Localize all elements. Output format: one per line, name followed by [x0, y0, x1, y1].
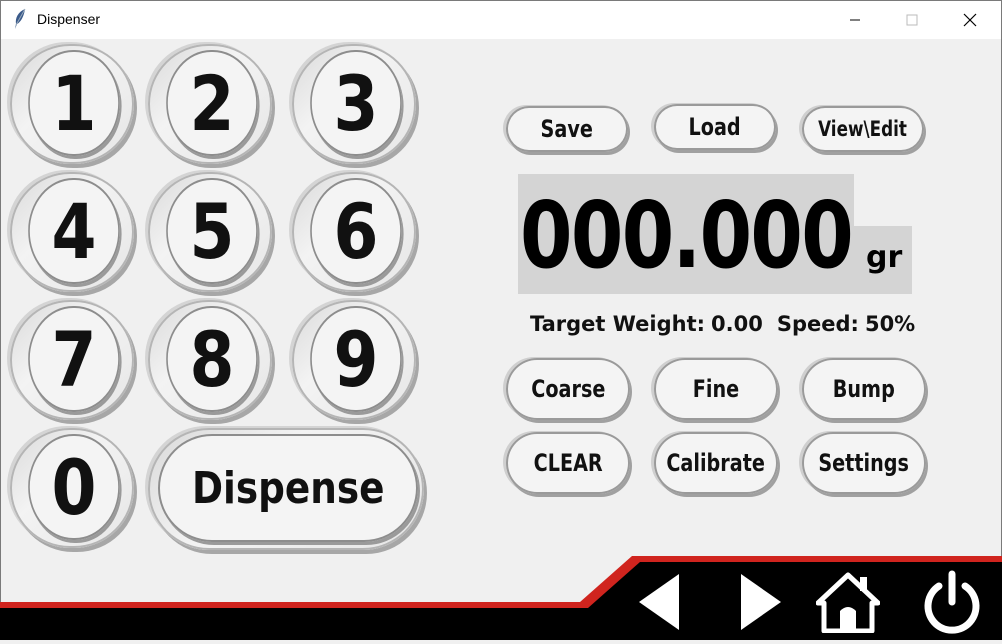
key-8[interactable]: 8 — [148, 300, 272, 420]
key-7[interactable]: 7 — [10, 300, 134, 420]
key-4[interactable]: 4 — [10, 172, 134, 292]
feather-icon — [12, 8, 28, 30]
target-weight-label: Target Weight: — [530, 312, 706, 336]
settings-button-label: Settings — [818, 449, 910, 477]
title-bar: Dispenser — [1, 1, 1001, 39]
clear-button-label: CLEAR — [533, 449, 603, 477]
key-2-label: 2 — [166, 50, 258, 156]
minimize-button[interactable] — [832, 1, 878, 39]
load-button[interactable]: Load — [654, 104, 776, 150]
fine-button-label: Fine — [692, 375, 740, 403]
key-5[interactable]: 5 — [148, 172, 272, 292]
coarse-button[interactable]: Coarse — [506, 358, 630, 420]
home-icon[interactable] — [812, 566, 884, 638]
status-line: Target Weight: 0.00 Speed: 50% — [530, 312, 929, 336]
load-button-label: Load — [688, 113, 742, 141]
key-0-label: 0 — [28, 434, 120, 540]
bump-button[interactable]: Bump — [802, 358, 926, 420]
save-button-label: Save — [540, 115, 594, 143]
dispense-button-label: Dispense — [191, 462, 385, 514]
view-edit-button-label: View\Edit — [818, 117, 908, 141]
key-6[interactable]: 6 — [292, 172, 416, 292]
key-0[interactable]: 0 — [10, 428, 134, 548]
fine-button[interactable]: Fine — [654, 358, 778, 420]
dispense-button[interactable]: Dispense — [148, 428, 424, 550]
key-2[interactable]: 2 — [148, 44, 272, 164]
back-arrow-icon[interactable] — [628, 566, 688, 638]
key-3-label: 3 — [310, 50, 402, 156]
speed-label: Speed: — [776, 312, 859, 336]
clear-button[interactable]: CLEAR — [506, 432, 630, 494]
close-button[interactable] — [947, 1, 993, 39]
settings-button[interactable]: Settings — [802, 432, 926, 494]
key-9[interactable]: 9 — [292, 300, 416, 420]
calibrate-button-label: Calibrate — [666, 449, 766, 477]
speed-value: 50% — [864, 312, 916, 336]
key-1[interactable]: 1 — [10, 44, 134, 164]
key-1-label: 1 — [28, 50, 120, 156]
key-5-label: 5 — [166, 178, 258, 284]
footer-bar — [0, 552, 1002, 640]
target-weight-value: 0.00 — [711, 312, 763, 336]
calibrate-button[interactable]: Calibrate — [654, 432, 778, 494]
key-3[interactable]: 3 — [292, 44, 416, 164]
maximize-button[interactable] — [889, 1, 935, 39]
key-8-label: 8 — [166, 306, 258, 412]
coarse-button-label: Coarse — [530, 375, 606, 403]
power-icon[interactable] — [916, 566, 988, 638]
weight-readout: 000.000 — [520, 182, 854, 289]
forward-arrow-icon[interactable] — [730, 566, 790, 638]
weight-unit: gr — [866, 240, 903, 275]
key-9-label: 9 — [310, 306, 402, 412]
bump-button-label: Bump — [832, 375, 896, 403]
window-title: Dispenser — [37, 11, 101, 27]
key-4-label: 4 — [28, 178, 120, 284]
view-edit-button[interactable]: View\Edit — [802, 106, 924, 152]
save-button[interactable]: Save — [506, 106, 628, 152]
key-7-label: 7 — [28, 306, 120, 412]
key-6-label: 6 — [310, 178, 402, 284]
